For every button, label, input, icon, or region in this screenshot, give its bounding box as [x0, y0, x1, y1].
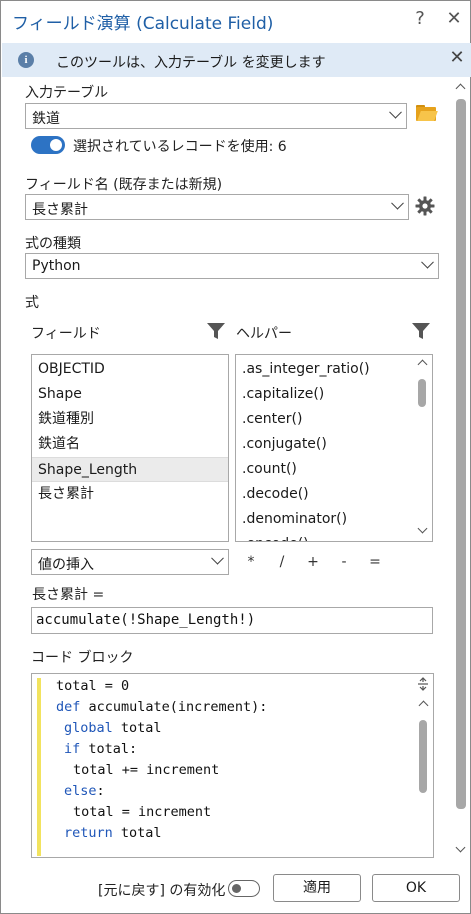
- code-text: total += increment: [73, 762, 220, 778]
- input-table-label: 入力テーブル: [25, 85, 109, 101]
- field-item[interactable]: OBJECTID: [32, 357, 228, 382]
- chevron-down-icon: [421, 255, 434, 269]
- operator-button[interactable]: *: [245, 554, 257, 570]
- code-text: total: [112, 825, 162, 841]
- insert-value-dropdown[interactable]: 値の挿入: [31, 549, 229, 575]
- help-icon[interactable]: ?: [408, 7, 432, 31]
- banner-close-icon[interactable]: ✕: [447, 47, 467, 68]
- field-name-label: フィールド名 (既存または新規): [25, 177, 223, 193]
- enable-undo-label: [元に戻す] の有効化: [98, 883, 226, 899]
- field-item[interactable]: Shape_Length: [32, 457, 228, 482]
- expression-target-label: 長さ累計 =: [32, 587, 105, 603]
- code-text: :: [96, 783, 105, 799]
- banner-message: このツールは、入力テーブル を変更します: [56, 55, 326, 71]
- code-line: total = 0: [56, 678, 129, 694]
- scroll-down-icon[interactable]: [417, 523, 428, 534]
- apply-button[interactable]: 適用: [273, 874, 361, 902]
- code-text: accumulate(increment):: [80, 699, 268, 715]
- use-selected-records-label: 選択されているレコードを使用: 6: [73, 139, 287, 155]
- main-scrollbar[interactable]: [453, 81, 469, 861]
- expression-type-value: Python: [32, 258, 81, 274]
- helpers-scrollbar[interactable]: [416, 355, 428, 541]
- code-block-editor[interactable]: total = 0 def accumulate(increment): globa…: [31, 673, 434, 858]
- helper-item[interactable]: .decode(): [236, 482, 414, 507]
- helpers-list[interactable]: .as_integer_ratio() .capitalize() .center(…: [235, 354, 433, 542]
- ok-button[interactable]: OK: [372, 874, 460, 902]
- fields-list[interactable]: OBJECTID Shape 鉄道種別 鉄道名 Shape_Length 長さ累計: [31, 354, 229, 542]
- scroll-down-icon[interactable]: [455, 842, 466, 853]
- code-keyword: else: [64, 783, 97, 799]
- gear-icon[interactable]: [415, 196, 435, 216]
- code-line: def accumulate(increment):: [56, 699, 267, 715]
- helpers-header: ヘルパー: [236, 326, 292, 342]
- folder-icon[interactable]: [416, 105, 438, 121]
- operator-button[interactable]: +: [307, 554, 319, 570]
- code-line: global total: [64, 720, 162, 736]
- code-block-label: コード ブロック: [31, 650, 134, 666]
- input-table-dropdown[interactable]: 鉄道: [25, 103, 407, 129]
- scroll-up-icon[interactable]: [417, 359, 428, 370]
- expression-type-label: 式の種類: [25, 236, 81, 252]
- helper-item[interactable]: .conjugate(): [236, 432, 414, 457]
- code-text: total = increment: [73, 804, 212, 820]
- use-selected-records-toggle[interactable]: [31, 136, 65, 154]
- toggle-knob: [50, 139, 62, 151]
- code-line: return total: [64, 825, 162, 841]
- expression-input[interactable]: accumulate(!Shape_Length!): [31, 607, 433, 634]
- field-item[interactable]: 鉄道名: [32, 432, 228, 457]
- title-bar: フィールド演算 (Calculate Field) ? ✕: [1, 1, 470, 41]
- helper-item[interactable]: .encode(): [236, 532, 414, 541]
- field-item[interactable]: 鉄道種別: [32, 407, 228, 432]
- code-text: total:: [80, 741, 138, 757]
- code-keyword: def: [56, 699, 81, 715]
- helper-item[interactable]: .as_integer_ratio(): [236, 357, 414, 382]
- insert-value-label: 値の挿入: [38, 557, 94, 573]
- field-name-dropdown[interactable]: 長さ累計: [25, 194, 409, 220]
- input-table-value: 鉄道: [32, 111, 60, 127]
- expression-type-dropdown[interactable]: Python: [25, 253, 439, 279]
- scroll-up-icon[interactable]: [455, 83, 466, 94]
- code-gutter-marker: [37, 678, 41, 856]
- helper-item[interactable]: .denominator(): [236, 507, 414, 532]
- chevron-down-icon: [211, 551, 224, 565]
- info-banner: i このツールは、入力テーブル を変更します ✕: [2, 43, 471, 77]
- chevron-down-icon: [389, 105, 402, 119]
- chevron-down-icon: [391, 196, 404, 210]
- expression-value: accumulate(!Shape_Length!): [36, 612, 256, 628]
- enable-undo-toggle[interactable]: [228, 880, 260, 897]
- window-title: フィールド演算 (Calculate Field): [12, 14, 274, 34]
- code-line: total = increment: [73, 804, 211, 820]
- fields-header: フィールド: [31, 326, 101, 342]
- field-name-value: 長さ累計: [32, 202, 88, 218]
- code-text: total = 0: [56, 678, 130, 694]
- toggle-knob: [232, 883, 241, 893]
- split-handle-icon[interactable]: [417, 677, 429, 691]
- field-item[interactable]: Shape: [32, 382, 228, 407]
- code-line: total += increment: [73, 762, 219, 778]
- field-item[interactable]: 長さ累計: [32, 482, 228, 507]
- operator-button[interactable]: /: [276, 554, 288, 570]
- code-text: total: [112, 720, 162, 736]
- helpers-filter-icon[interactable]: [411, 321, 431, 341]
- code-keyword: return: [64, 825, 113, 841]
- main-scroll-thumb[interactable]: [456, 99, 466, 809]
- close-window-icon[interactable]: ✕: [442, 7, 466, 31]
- code-scroll-thumb[interactable]: [419, 720, 427, 793]
- helper-item[interactable]: .center(): [236, 407, 414, 432]
- code-scrollbar[interactable]: [417, 674, 429, 857]
- helpers-scroll-thumb[interactable]: [418, 379, 426, 407]
- calculate-field-window: フィールド演算 (Calculate Field) ? ✕ i このツールは、入…: [0, 0, 471, 914]
- operator-button[interactable]: -: [338, 554, 350, 570]
- scroll-up-icon[interactable]: [418, 700, 429, 711]
- code-keyword: if: [64, 741, 81, 757]
- helper-item[interactable]: .count(): [236, 457, 414, 482]
- expression-section-label: 式: [25, 295, 39, 311]
- fields-filter-icon[interactable]: [206, 321, 226, 341]
- operator-button[interactable]: =: [369, 554, 381, 570]
- code-line: else:: [64, 783, 105, 799]
- code-line: if total:: [64, 741, 137, 757]
- code-keyword: global: [64, 720, 113, 736]
- info-icon: i: [18, 52, 34, 68]
- helper-item[interactable]: .capitalize(): [236, 382, 414, 407]
